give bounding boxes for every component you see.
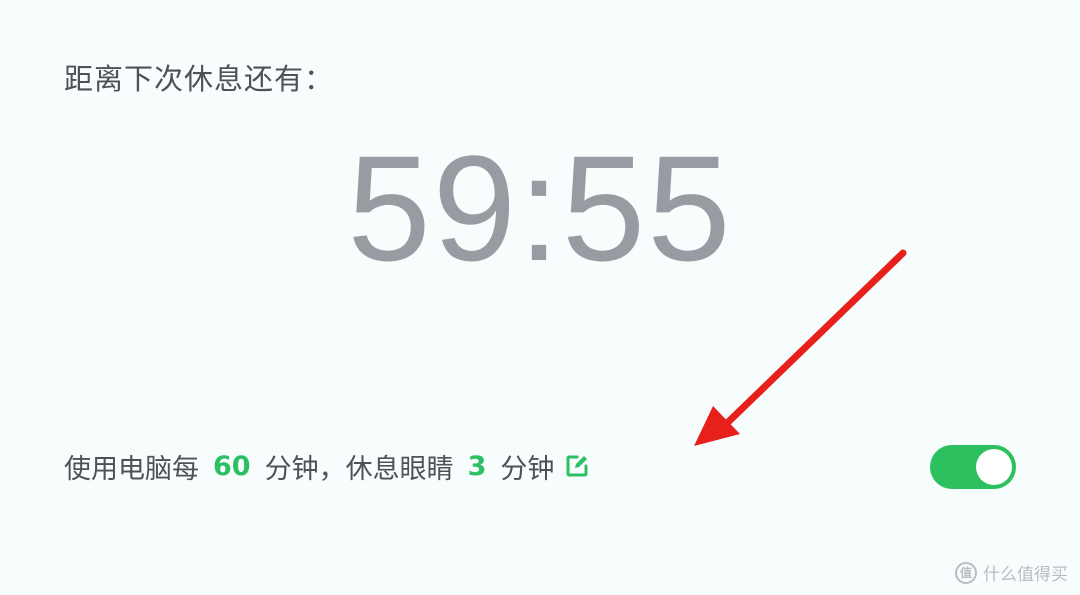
work-minutes-value: 60	[213, 450, 251, 482]
setting-suffix: 分钟	[500, 453, 555, 485]
break-interval-setting: 使用电脑每 60 分钟，休息眼睛 3 分钟	[64, 446, 592, 486]
countdown-timer: 59:55	[347, 124, 733, 292]
watermark: 值 什么值得买	[955, 560, 1068, 585]
next-break-label: 距离下次休息还有：	[64, 62, 335, 96]
toggle-knob	[976, 449, 1012, 485]
watermark-text: 什么值得买	[983, 565, 1068, 585]
watermark-badge-icon: 值	[955, 561, 977, 584]
setting-middle: 分钟，休息眼睛	[264, 453, 454, 485]
setting-prefix: 使用电脑每	[64, 453, 199, 485]
edit-icon-graphic	[566, 455, 588, 477]
edit-icon[interactable]	[562, 451, 592, 481]
rest-minutes-value: 3	[467, 450, 487, 482]
reminder-toggle[interactable]	[930, 445, 1016, 489]
